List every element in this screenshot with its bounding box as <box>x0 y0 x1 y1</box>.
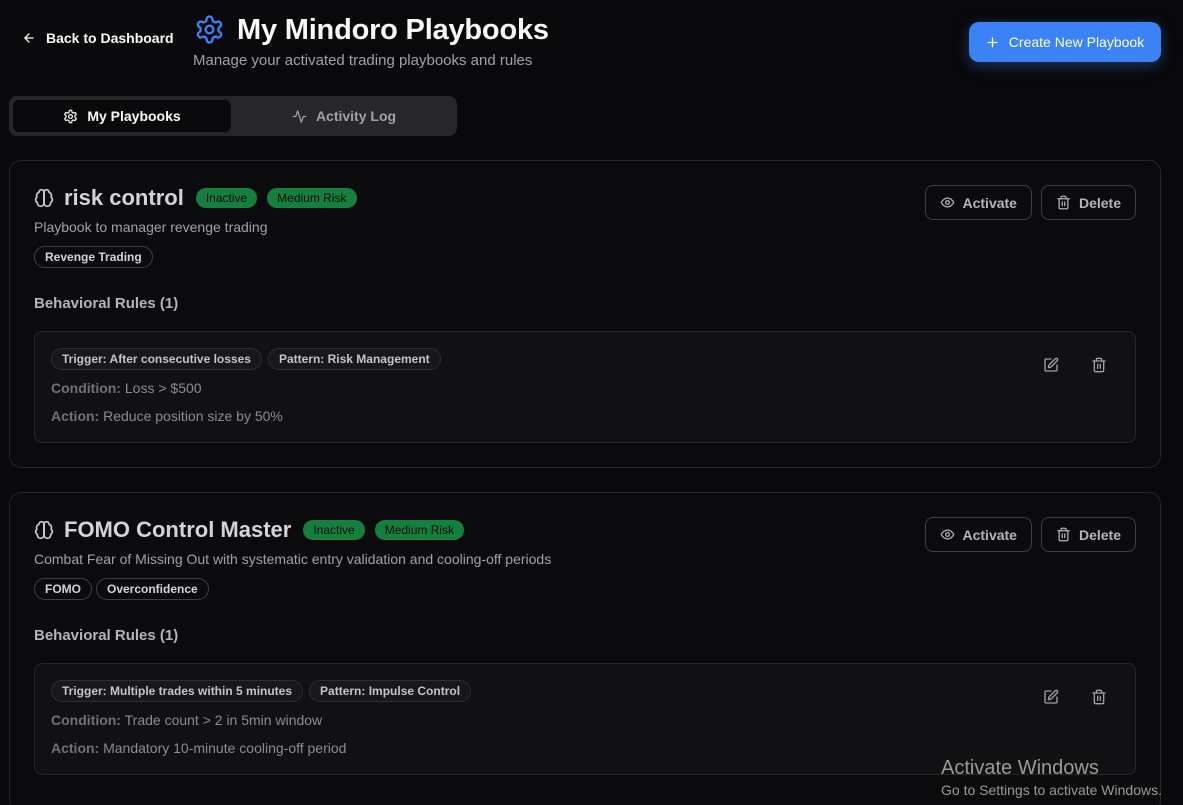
risk-badge: Medium Risk <box>374 520 465 540</box>
eye-icon <box>940 529 954 540</box>
trash-icon[interactable] <box>1091 689 1107 705</box>
rule-action: Action: Reduce position size by 50% <box>51 408 283 424</box>
activate-windows-watermark-subtitle: Go to Settings to activate Windows. <box>941 782 1162 798</box>
activate-button[interactable]: Activate <box>924 185 1032 220</box>
create-new-playbook-label: Create New Playbook <box>1008 34 1145 50</box>
delete-label: Delete <box>1078 194 1121 211</box>
edit-icon[interactable] <box>1043 689 1059 705</box>
tag: FOMO <box>34 578 92 600</box>
back-to-dashboard-button[interactable]: Back to Dashboard <box>22 30 174 46</box>
edit-icon[interactable] <box>1043 357 1059 373</box>
arrow-left-icon <box>24 33 34 43</box>
playbook-title: risk control <box>64 185 184 210</box>
tab-activity-log[interactable]: Activity Log <box>235 100 453 132</box>
rule-action: Action: Mandatory 10-minute cooling-off … <box>51 740 346 756</box>
rule-item: Trigger: After consecutive losses Patter… <box>34 331 1136 443</box>
rule-pattern-badge: Pattern: Risk Management <box>267 348 441 370</box>
tag: Overconfidence <box>96 578 209 600</box>
playbook-title: FOMO Control Master <box>64 517 292 542</box>
rule-condition-label: Condition: <box>51 380 121 396</box>
playbook-description: Combat Fear of Missing Out with systemat… <box>34 551 552 567</box>
brain-icon <box>34 520 54 540</box>
rule-action-value: Reduce position size by 50% <box>103 408 283 424</box>
rule-condition-value: Loss > $500 <box>124 380 202 396</box>
activate-label: Activate <box>962 526 1017 543</box>
rule-condition: Condition: Loss > $500 <box>51 380 202 396</box>
rule-action-label: Action: <box>51 740 100 756</box>
activate-windows-watermark-title: Activate Windows <box>941 757 1099 779</box>
trash-icon <box>1057 195 1070 210</box>
delete-button[interactable]: Delete <box>1040 517 1136 552</box>
eye-icon <box>940 197 954 208</box>
rule-condition-label: Condition: <box>51 712 121 728</box>
tab-activity-log-label: Activity Log <box>315 108 397 124</box>
rule-condition-value: Trade count > 2 in 5min window <box>124 712 323 728</box>
activity-icon <box>292 109 307 123</box>
rule-pattern-badge: Pattern: Impulse Control <box>309 680 472 702</box>
trash-icon <box>1057 527 1070 542</box>
rule-action-label: Action: <box>51 408 100 424</box>
rule-condition: Condition: Trade count > 2 in 5min windo… <box>51 712 322 728</box>
status-badge: Inactive <box>195 188 258 208</box>
plus-icon <box>987 37 998 47</box>
rules-heading: Behavioral Rules (1) <box>34 295 179 312</box>
tab-my-playbooks-label: My Playbooks <box>87 108 181 124</box>
playbook-tags: FOMO Overconfidence <box>34 578 209 600</box>
rules-heading: Behavioral Rules (1) <box>34 627 179 644</box>
activate-button[interactable]: Activate <box>924 517 1032 552</box>
tab-my-playbooks[interactable]: My Playbooks <box>13 100 231 132</box>
trash-icon[interactable] <box>1091 357 1107 373</box>
playbook-description: Playbook to manager revenge trading <box>34 219 268 235</box>
back-to-dashboard-label: Back to Dashboard <box>46 30 174 46</box>
create-new-playbook-button[interactable]: Create New Playbook <box>969 22 1161 62</box>
page-title: My Mindoro Playbooks <box>237 14 549 46</box>
gear-icon <box>196 15 223 44</box>
rule-trigger-badge: Trigger: Multiple trades within 5 minute… <box>51 680 304 702</box>
playbook-card: risk control Inactive Medium Risk Playbo… <box>9 160 1161 468</box>
status-badge: Inactive <box>303 520 365 540</box>
tab-list: My Playbooks Activity Log <box>9 96 457 136</box>
rule-action-value: Mandatory 10-minute cooling-off period <box>103 740 347 756</box>
page-subtitle: Manage your activated trading playbooks … <box>193 52 533 69</box>
delete-button[interactable]: Delete <box>1040 185 1136 220</box>
activate-label: Activate <box>962 194 1017 211</box>
delete-label: Delete <box>1078 526 1121 543</box>
tag: Revenge Trading <box>34 246 153 268</box>
rule-trigger-badge: Trigger: After consecutive losses <box>51 348 262 370</box>
brain-icon <box>34 188 54 208</box>
risk-badge: Medium Risk <box>267 188 357 208</box>
gear-icon <box>64 109 78 123</box>
playbook-tags: Revenge Trading <box>34 246 153 268</box>
